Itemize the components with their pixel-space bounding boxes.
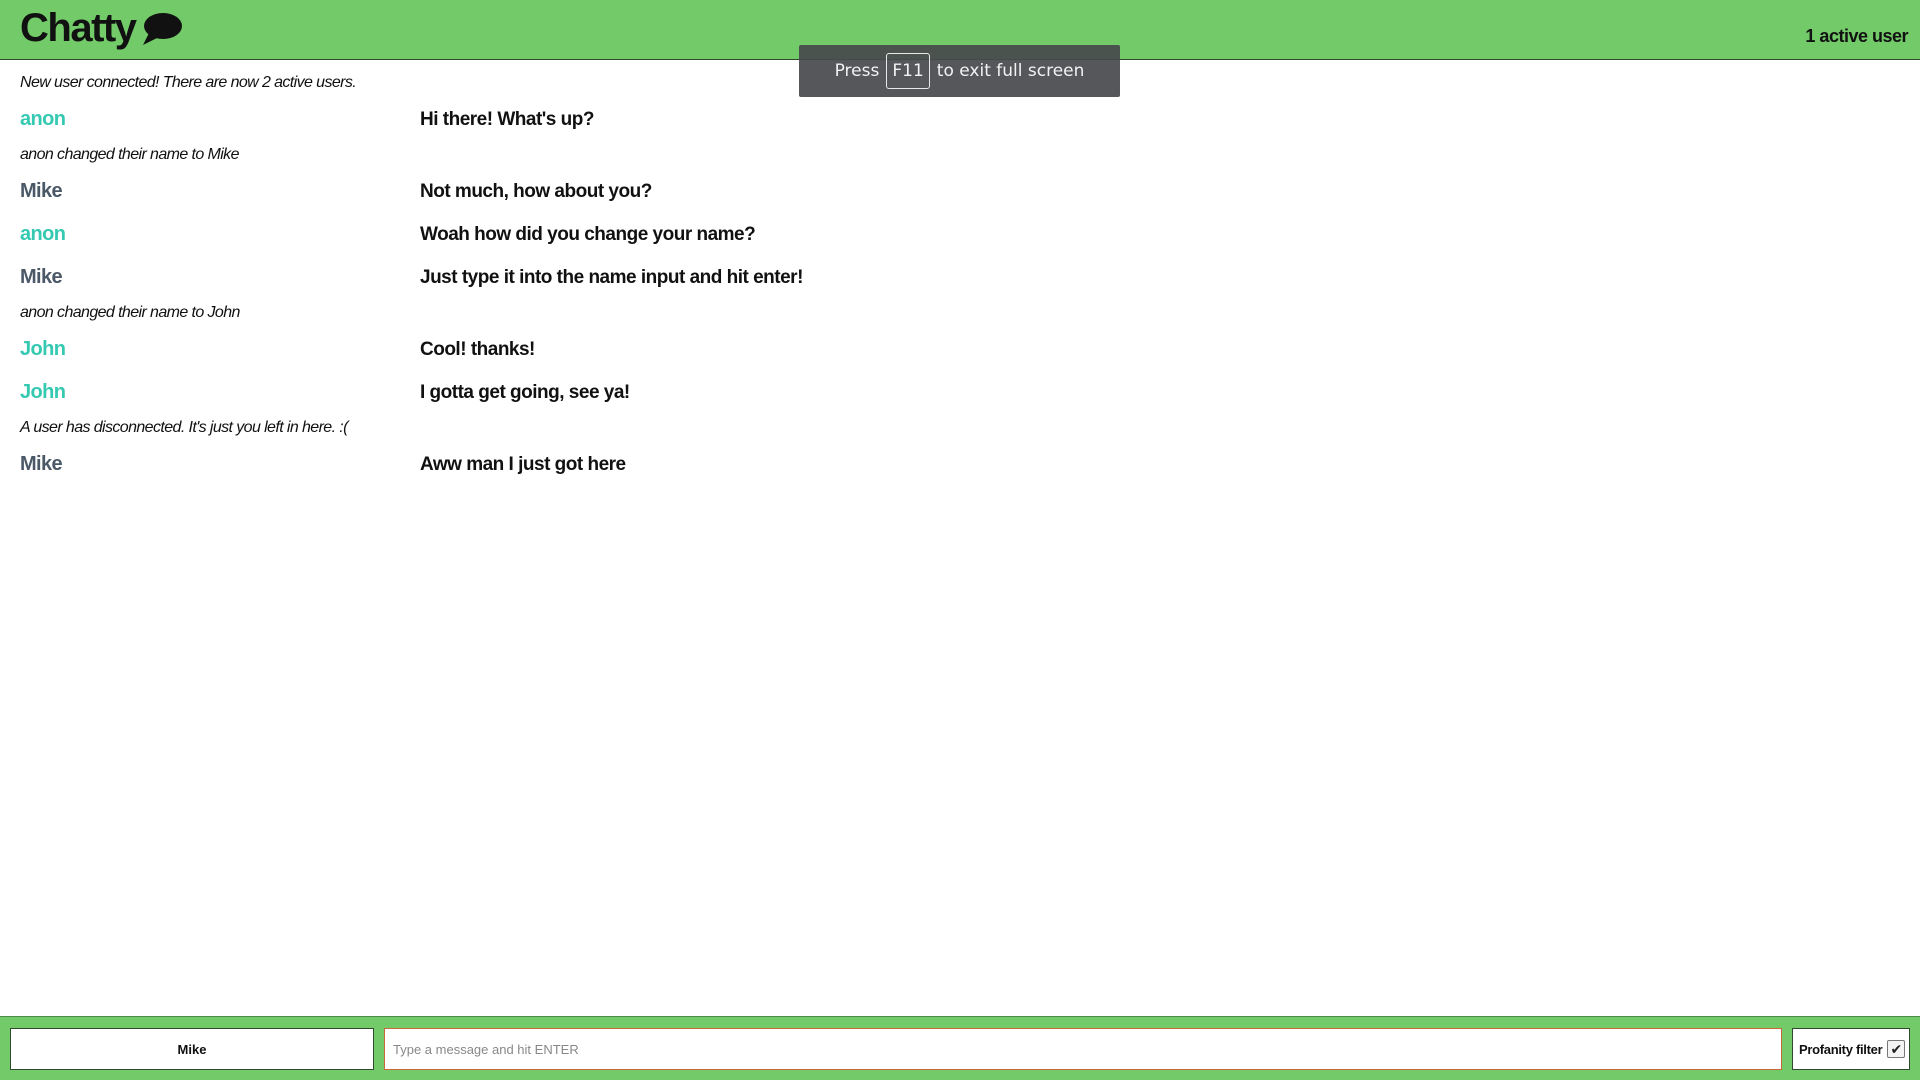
active-user-count: 1 active user	[1805, 26, 1908, 46]
brand: Chatty	[20, 4, 183, 52]
profanity-filter-toggle[interactable]: Profanity filter ✔	[1792, 1028, 1910, 1070]
message-username: John	[20, 338, 66, 360]
message-text: Just type it into the name input and hit…	[420, 267, 803, 288]
message-username: anon	[20, 108, 66, 130]
name-input[interactable]	[10, 1028, 374, 1070]
message-text: I gotta get going, see ya!	[420, 382, 630, 403]
chat-app: Chatty 1 active user New user connected!…	[0, 0, 1920, 1080]
checkmark-icon: ✔	[1890, 1041, 1903, 1057]
message-username: John	[20, 381, 66, 403]
input-bar: Profanity filter ✔	[0, 1016, 1920, 1080]
toast-suffix: to exit full screen	[936, 61, 1085, 81]
message-username: Mike	[20, 180, 63, 202]
message-text: Aww man I just got here	[420, 454, 626, 475]
message-text: Cool! thanks!	[420, 339, 535, 360]
message-username: Mike	[20, 266, 63, 288]
system-message-text: anon changed their name to John	[20, 304, 240, 321]
profanity-filter-checkbox[interactable]: ✔	[1887, 1040, 1906, 1058]
f11-key: F11	[886, 53, 930, 89]
toast-prefix: Press	[834, 61, 880, 81]
message-text: Not much, how about you?	[420, 181, 652, 202]
app-title: Chatty	[20, 6, 137, 50]
message-username: anon	[20, 223, 66, 245]
system-message-text: anon changed their name to Mike	[20, 146, 239, 163]
message-username: Mike	[20, 453, 63, 475]
profanity-filter-label: Profanity filter	[1799, 1041, 1883, 1057]
system-message-text: A user has disconnected. It's just you l…	[20, 419, 348, 436]
system-message-text: New user connected! There are now 2 acti…	[20, 74, 357, 91]
message-text: Hi there! What's up?	[420, 109, 594, 130]
message-text: Woah how did you change your name?	[420, 224, 756, 245]
message-input[interactable]	[384, 1028, 1782, 1070]
speech-bubble-icon	[139, 11, 183, 49]
fullscreen-exit-notice: Press F11 to exit full screen	[799, 45, 1120, 97]
